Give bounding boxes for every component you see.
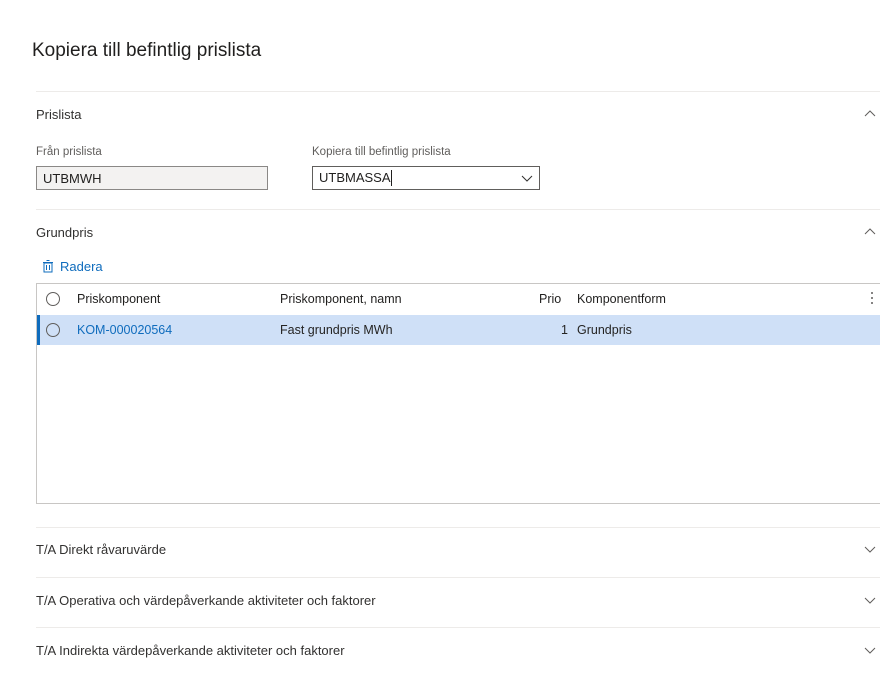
- section-header-prislista[interactable]: Prislista: [36, 102, 880, 126]
- section-divider: [36, 627, 880, 628]
- chevron-down-icon[interactable]: [860, 640, 880, 660]
- section-divider: [36, 91, 880, 92]
- column-header-namn[interactable]: Priskomponent, namn: [280, 292, 402, 306]
- page-title: Kopiera till befintlig prislista: [32, 40, 262, 61]
- section-title-prislista: Prislista: [36, 106, 82, 122]
- delete-button[interactable]: Radera: [42, 259, 103, 274]
- column-header-priskomponent[interactable]: Priskomponent: [77, 292, 160, 306]
- table-row[interactable]: KOM-000020564 Fast grundpris MWh 1 Grund…: [37, 315, 880, 345]
- section-title: T/A Direkt råvaruvärde: [36, 541, 167, 557]
- section-title: T/A Indirekta värdepåverkande aktivitete…: [36, 642, 345, 658]
- to-prislista-value: UTBMASSA: [319, 169, 392, 187]
- section-header-grundpris[interactable]: Grundpris: [36, 220, 880, 244]
- grid-header-row: Priskomponent Priskomponent, namn Prio K…: [37, 284, 880, 314]
- chevron-down-icon[interactable]: [860, 590, 880, 610]
- from-prislista-value: UTBMWH: [43, 170, 102, 186]
- section-divider: [36, 527, 880, 528]
- chevron-up-icon[interactable]: [860, 104, 880, 124]
- section-header-operativa[interactable]: T/A Operativa och värdepåverkande aktivi…: [36, 588, 880, 612]
- section-divider: [36, 577, 880, 578]
- to-prislista-select[interactable]: UTBMASSA: [312, 166, 540, 190]
- chevron-down-icon[interactable]: [521, 172, 533, 184]
- grundpris-grid: Priskomponent Priskomponent, namn Prio K…: [36, 283, 880, 504]
- trash-icon: [43, 260, 53, 273]
- cell-priskomponent[interactable]: KOM-000020564: [77, 323, 172, 337]
- from-prislista-field: UTBMWH: [36, 166, 268, 190]
- more-vertical-icon[interactable]: [871, 292, 874, 304]
- cell-komponentform: Grundpris: [577, 323, 632, 337]
- cell-namn: Fast grundpris MWh: [280, 323, 393, 337]
- chevron-up-icon[interactable]: [860, 222, 880, 242]
- section-header-indirekta[interactable]: T/A Indirekta värdepåverkande aktivitete…: [36, 638, 880, 662]
- section-header-direkt-ravaruvarde[interactable]: T/A Direkt råvaruvärde: [36, 537, 880, 561]
- section-title: T/A Operativa och värdepåverkande aktivi…: [36, 592, 376, 608]
- row-select-radio[interactable]: [46, 323, 60, 337]
- select-all-radio[interactable]: [46, 292, 60, 306]
- chevron-down-icon[interactable]: [860, 539, 880, 559]
- delete-button-label: Radera: [60, 259, 103, 274]
- section-divider: [36, 209, 880, 210]
- from-prislista-label: Från prislista: [36, 146, 102, 158]
- section-title-grundpris: Grundpris: [36, 224, 94, 240]
- cell-prio: 1: [561, 323, 568, 337]
- column-header-prio[interactable]: Prio: [539, 292, 561, 306]
- to-prislista-label: Kopiera till befintlig prislista: [312, 146, 451, 158]
- column-header-komponentform[interactable]: Komponentform: [577, 292, 666, 306]
